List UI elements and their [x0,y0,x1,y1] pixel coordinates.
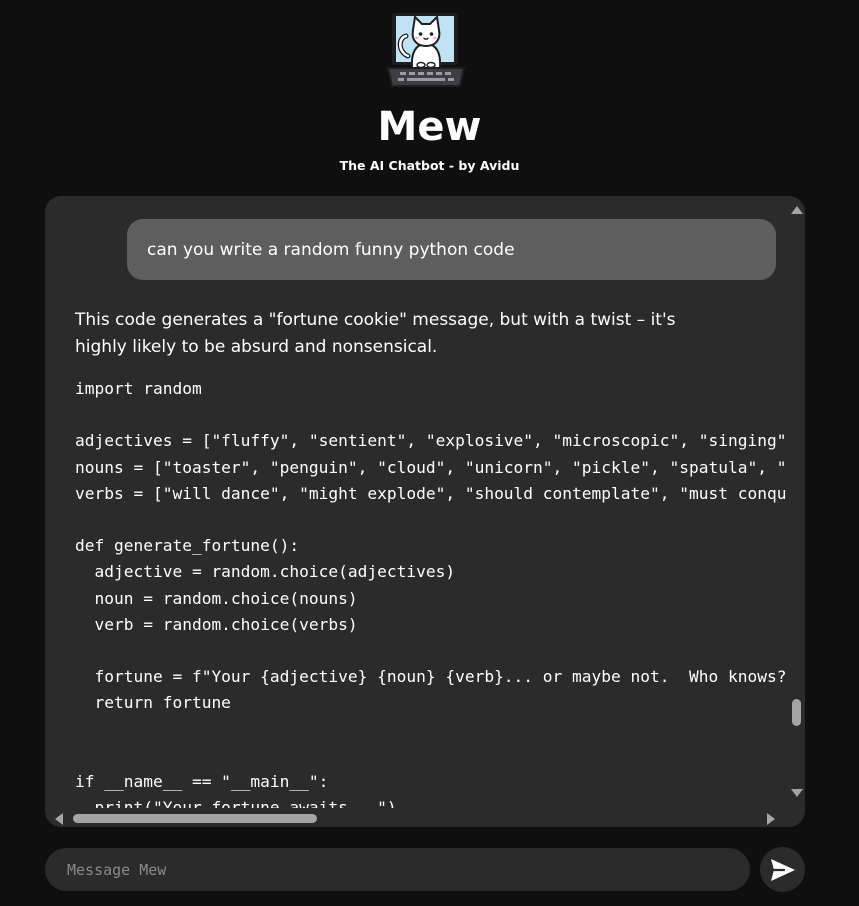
code-block: import random adjectives = ["fluffy", "se… [75,376,787,808]
scroll-left-arrow-icon[interactable] [55,813,63,825]
code-line: fortune = f"Your {adjective} {noun} {ver… [75,667,787,687]
scroll-right-arrow-icon[interactable] [767,813,775,825]
code-line: if __name__ == "__main__": [75,771,329,791]
code-line: print("Your fortune awaits...") [75,798,397,808]
vertical-scrollbar[interactable] [787,196,805,808]
user-message: can you write a random funny python code [127,219,776,280]
scroll-down-arrow-icon[interactable] [791,789,803,797]
scroll-up-arrow-icon[interactable] [791,206,803,214]
message-input[interactable] [45,848,750,891]
code-line: verbs = ["will dance", "might explode", … [75,483,787,503]
code-line: adjectives = ["fluffy", "sentient", "exp… [75,431,787,451]
horizontal-scroll-thumb[interactable] [73,814,317,823]
user-message-text: can you write a random funny python code [147,239,515,260]
app-title: Mew [377,104,482,150]
app-subtitle: The AI Chatbot - by Avidu [339,158,520,173]
vertical-scroll-thumb[interactable] [792,699,801,726]
code-line: nouns = ["toaster", "penguin", "cloud", … [75,457,787,477]
code-line: import random [75,379,202,398]
code-line: noun = random.choice(nouns) [75,588,358,608]
send-button[interactable] [760,847,805,892]
chat-panel[interactable]: can you write a random funny python code… [45,196,805,827]
code-line: adjective = random.choice(adjectives) [75,562,456,582]
code-line: def generate_fortune(): [75,536,300,556]
code-line: return fortune [75,693,231,713]
horizontal-scrollbar[interactable] [45,808,787,827]
chat-scroll-area[interactable]: can you write a random funny python code… [45,196,787,808]
bot-message-text: This code generates a "fortune cookie" m… [75,310,676,357]
send-icon [770,858,795,881]
cat-on-laptop-logo [386,13,466,87]
code-line: verb = random.choice(verbs) [75,614,358,634]
